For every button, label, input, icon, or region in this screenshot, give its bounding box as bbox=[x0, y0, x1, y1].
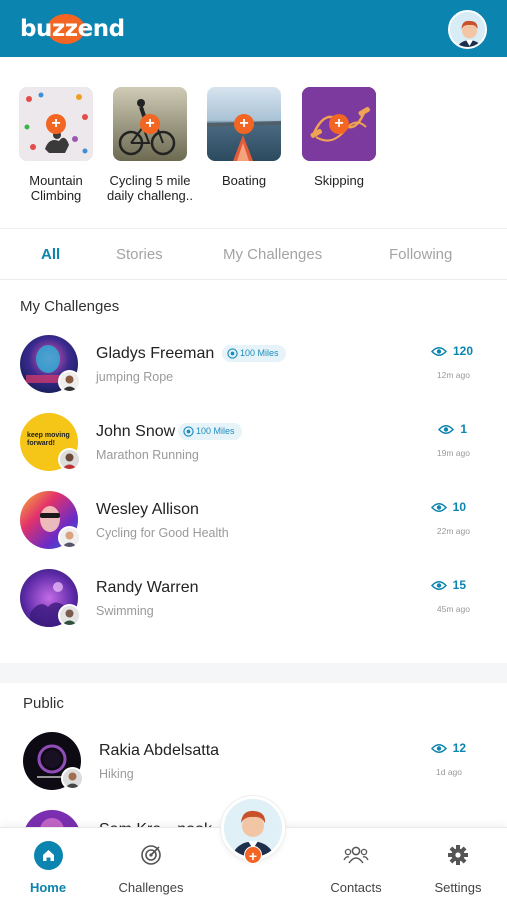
logo-text: buzzend bbox=[20, 16, 125, 42]
challenge-description: jumping Rope bbox=[96, 370, 174, 384]
feed-tabs: All Stories My Challenges Following bbox=[0, 228, 507, 280]
timestamp: 1d ago bbox=[436, 767, 462, 777]
category-label: Boating bbox=[221, 173, 267, 188]
miles-badge-label: 100 Miles bbox=[196, 426, 235, 436]
challenge-row[interactable]: Randy Warren Swimming 15 45m ago bbox=[0, 569, 507, 647]
avatar-man-icon bbox=[450, 12, 485, 47]
nav-settings[interactable]: Settings bbox=[413, 840, 503, 895]
view-count-value: 12 bbox=[452, 741, 466, 755]
challenge-owner-name: Wesley Allison bbox=[96, 501, 199, 518]
profile-avatar[interactable] bbox=[448, 10, 487, 49]
skipping-thumbnail: + bbox=[302, 87, 376, 161]
category-cycling[interactable]: + Cycling 5 mile daily challeng.. bbox=[102, 87, 198, 203]
challenge-row[interactable]: Wesley Allison Cycling for Good Health 1… bbox=[0, 491, 507, 569]
category-skipping[interactable]: + Skipping bbox=[291, 87, 387, 188]
nav-contacts-label: Contacts bbox=[330, 880, 382, 895]
challenge-row[interactable]: keep moving forward! John Snow 100 Miles… bbox=[0, 413, 507, 491]
boating-thumbnail: + bbox=[207, 87, 281, 161]
challenge-description: Hiking bbox=[99, 767, 134, 781]
eye-icon bbox=[430, 743, 447, 753]
participant-avatar bbox=[61, 767, 84, 790]
timestamp: 19m ago bbox=[436, 448, 470, 458]
app-header: buzzend bbox=[0, 0, 507, 57]
miles-badge: 100 Miles bbox=[222, 345, 286, 362]
view-count: 12 bbox=[430, 741, 466, 755]
category-boating[interactable]: + Boating bbox=[196, 87, 292, 188]
add-plus-icon[interactable]: + bbox=[140, 114, 160, 134]
challenge-description: Cycling for Good Health bbox=[96, 526, 229, 540]
tab-all[interactable]: All bbox=[41, 246, 60, 263]
contacts-icon bbox=[341, 840, 371, 870]
nav-home-label: Home bbox=[29, 880, 67, 895]
view-count-value: 1 bbox=[460, 422, 467, 436]
category-label: Skipping bbox=[314, 173, 364, 188]
section-title-my-challenges: My Challenges bbox=[20, 298, 120, 315]
challenge-row[interactable]: Gladys Freeman 100 Miles jumping Rope 12… bbox=[0, 335, 507, 413]
participant-avatar bbox=[58, 448, 81, 471]
view-count: 1 bbox=[438, 422, 467, 436]
participant-avatar bbox=[58, 370, 81, 393]
category-label: Mountain Climbing bbox=[29, 173, 83, 203]
nav-challenges-label: Challenges bbox=[118, 880, 184, 895]
view-count-value: 15 bbox=[452, 578, 466, 592]
section-title-public: Public bbox=[23, 695, 64, 712]
challenge-description: Marathon Running bbox=[96, 448, 199, 462]
nav-home[interactable]: Home bbox=[3, 840, 93, 895]
target-icon bbox=[136, 840, 166, 870]
target-icon bbox=[183, 426, 194, 437]
tab-my-challenges[interactable]: My Challenges bbox=[223, 246, 322, 263]
tab-stories[interactable]: Stories bbox=[116, 246, 163, 263]
eye-icon bbox=[430, 502, 447, 512]
view-count: 15 bbox=[430, 578, 466, 592]
view-count-value: 120 bbox=[452, 344, 473, 358]
add-plus-icon[interactable]: + bbox=[234, 114, 254, 134]
challenge-categories: + Mountain Climbing + Cycling 5 mile dai… bbox=[0, 57, 507, 225]
nav-contacts[interactable]: Contacts bbox=[311, 840, 401, 895]
cycling-thumbnail: + bbox=[113, 87, 187, 161]
challenge-description: Swimming bbox=[96, 604, 154, 618]
timestamp: 22m ago bbox=[436, 526, 470, 536]
cover-caption: keep moving forward! bbox=[27, 432, 70, 447]
eye-icon bbox=[430, 346, 447, 356]
miles-badge: 100 Miles bbox=[178, 423, 242, 440]
home-icon bbox=[33, 840, 63, 870]
nav-settings-label: Settings bbox=[434, 880, 482, 895]
section-divider bbox=[0, 663, 507, 683]
target-icon bbox=[227, 348, 238, 359]
add-plus-icon[interactable]: + bbox=[244, 846, 262, 864]
gear-icon bbox=[443, 840, 473, 870]
category-mountain-climbing[interactable]: + Mountain Climbing bbox=[8, 87, 104, 203]
view-count: 10 bbox=[430, 500, 466, 514]
challenge-owner-name: Randy Warren bbox=[96, 579, 199, 596]
challenge-owner-name: John Snow bbox=[96, 423, 176, 440]
buzzend-logo[interactable]: buzzend bbox=[20, 12, 125, 46]
eye-icon bbox=[438, 424, 455, 434]
eye-icon bbox=[430, 580, 447, 590]
add-plus-icon[interactable]: + bbox=[329, 114, 349, 134]
participant-avatar bbox=[58, 526, 81, 549]
nav-challenges[interactable]: Challenges bbox=[106, 840, 196, 895]
miles-badge-label: 100 Miles bbox=[240, 348, 279, 358]
add-plus-icon[interactable]: + bbox=[46, 114, 66, 134]
tab-following[interactable]: Following bbox=[389, 246, 452, 263]
mountain-climbing-thumbnail: + bbox=[19, 87, 93, 161]
view-count: 120 bbox=[430, 344, 473, 358]
timestamp: 12m ago bbox=[436, 370, 470, 380]
home-icon-wrap bbox=[33, 840, 63, 870]
category-label: Cycling 5 mile daily challeng.. bbox=[107, 173, 193, 203]
participant-avatar bbox=[58, 604, 81, 627]
challenge-owner-name: Gladys Freeman bbox=[96, 345, 215, 362]
view-count-value: 10 bbox=[452, 500, 466, 514]
challenge-owner-name: Rakia Abdelsatta bbox=[99, 742, 220, 759]
timestamp: 45m ago bbox=[436, 604, 470, 614]
